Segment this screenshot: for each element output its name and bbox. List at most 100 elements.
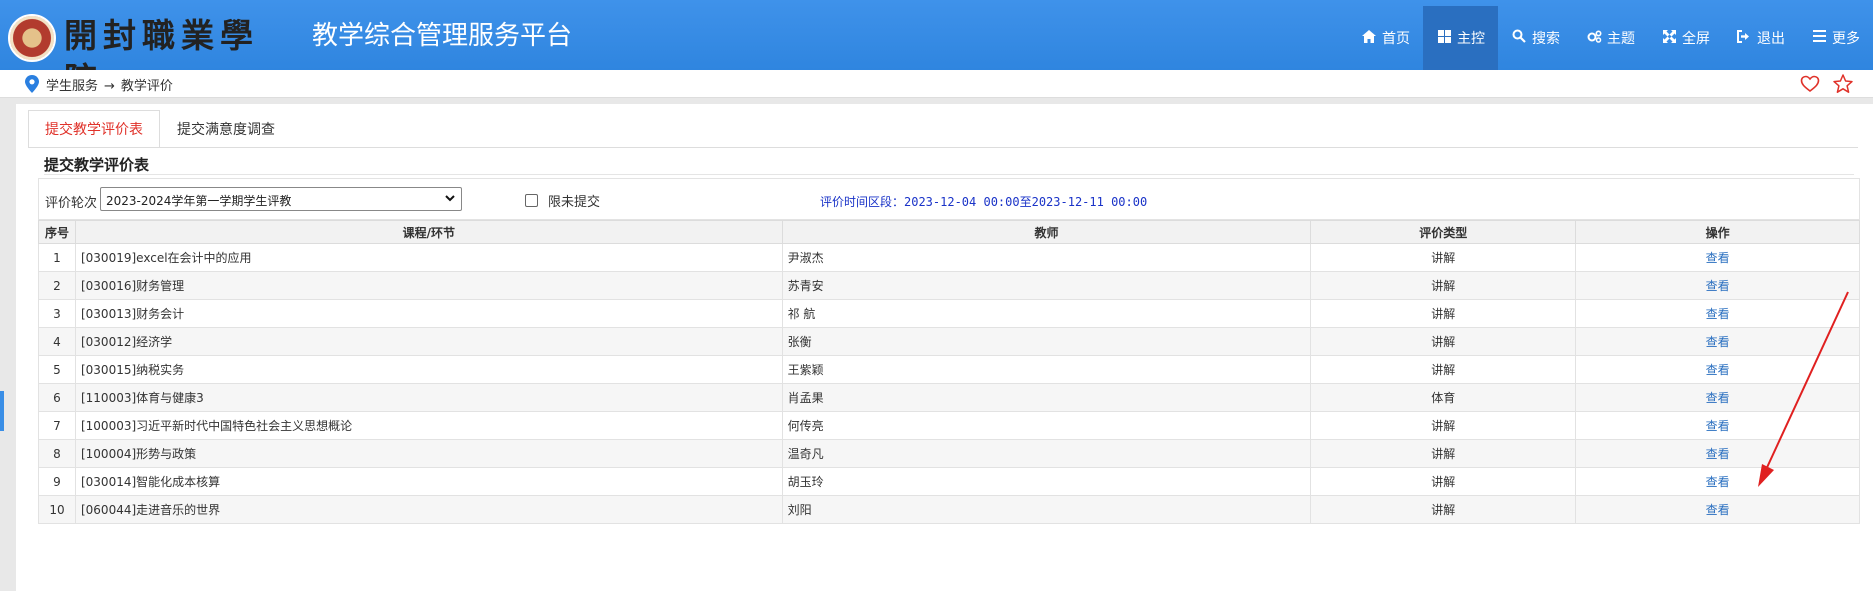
row-action-cell: 查看	[1575, 243, 1860, 272]
section-divider	[44, 174, 1854, 175]
row-course: [100003]习近平新时代中国特色社会主义思想概论	[74, 411, 783, 440]
row-action-cell: 查看	[1575, 299, 1860, 328]
heart-icon[interactable]	[1800, 74, 1820, 94]
row-teacher: 尹淑杰	[781, 243, 1312, 272]
row-type: 讲解	[1310, 411, 1577, 440]
nav-home[interactable]: 首页	[1348, 6, 1423, 70]
nav-logout[interactable]: 退出	[1723, 6, 1798, 70]
round-label: 评价轮次	[45, 196, 98, 211]
row-course: [110003]体育与健康3	[74, 383, 783, 412]
row-teacher: 祁 航	[781, 299, 1312, 328]
row-action-cell: 查看	[1575, 383, 1860, 412]
row-teacher: 刘阳	[781, 495, 1312, 524]
row-action-cell: 查看	[1575, 327, 1860, 356]
row-type: 讲解	[1310, 299, 1577, 328]
breadcrumb-current: 教学评价	[120, 79, 173, 94]
row-type: 讲解	[1310, 271, 1577, 300]
view-link[interactable]: 查看	[1706, 419, 1730, 433]
left-edge-marker	[0, 391, 4, 431]
tab-divider	[28, 147, 1858, 148]
search-icon	[1511, 29, 1527, 47]
nav-search[interactable]: 搜索	[1498, 6, 1573, 70]
nav-theme[interactable]: 主题	[1573, 6, 1648, 70]
breadcrumb: 学生服务 → 教学评价	[46, 75, 173, 94]
view-link[interactable]: 查看	[1706, 503, 1730, 517]
row-course: [030012]经济学	[74, 327, 783, 356]
row-type: 讲解	[1310, 327, 1577, 356]
school-name-logo: 開封職業學院	[64, 16, 259, 99]
round-select[interactable]: 2023-2024学年第一学期学生评教	[100, 187, 462, 211]
menu-icon	[1811, 30, 1827, 46]
row-action-cell: 查看	[1575, 467, 1860, 496]
only-unsubmitted-checkbox[interactable]	[525, 194, 538, 207]
row-teacher: 温奇凡	[781, 439, 1312, 468]
row-course: [030013]财务会计	[74, 299, 783, 328]
row-course: [030016]财务管理	[74, 271, 783, 300]
nav-search-label: 搜索	[1532, 31, 1560, 47]
view-link[interactable]: 查看	[1706, 251, 1730, 265]
view-link[interactable]: 查看	[1706, 391, 1730, 405]
school-seal-logo	[8, 14, 56, 62]
table-row: 5 [030015]纳税实务 王紫颖 讲解 查看	[38, 355, 1860, 384]
row-teacher: 张衡	[781, 327, 1312, 356]
table-row: 7 [100003]习近平新时代中国特色社会主义思想概论 何传亮 讲解 查看	[38, 411, 1860, 440]
view-link[interactable]: 查看	[1706, 279, 1730, 293]
nav-control-label: 主控	[1457, 31, 1485, 47]
filter-bar: 评价轮次 2023-2024学年第一学期学生评教 限未提交 评价时间区段：202…	[38, 178, 1860, 220]
home-icon	[1361, 29, 1377, 47]
row-course: [100004]形势与政策	[74, 439, 783, 468]
tab-submit-satisfaction[interactable]: 提交满意度调查	[160, 110, 292, 148]
view-link[interactable]: 查看	[1706, 307, 1730, 321]
view-link[interactable]: 查看	[1706, 475, 1730, 489]
row-teacher: 肖孟果	[781, 383, 1312, 412]
tab-submit-evaluation[interactable]: 提交教学评价表	[28, 110, 160, 148]
main-content: 提交教学评价表 提交满意度调查 提交教学评价表 评价轮次 2023-2024学年…	[16, 104, 1873, 591]
row-index: 5	[38, 355, 76, 384]
row-index: 3	[38, 299, 76, 328]
top-nav: 首页 主控 搜索 主题 全屏 退出 更多	[1348, 6, 1873, 70]
row-type: 讲解	[1310, 439, 1577, 468]
nav-fullscreen[interactable]: 全屏	[1648, 6, 1723, 70]
table-header-row: 序号 课程/环节 教师 评价类型 操作	[38, 220, 1860, 244]
only-unsubmitted-option[interactable]: 限未提交	[525, 191, 600, 210]
fullscreen-icon	[1661, 29, 1677, 47]
row-course: [060044]走进音乐的世界	[74, 495, 783, 524]
table-row: 9 [030014]智能化成本核算 胡玉玲 讲解 查看	[38, 467, 1860, 496]
table-row: 2 [030016]财务管理 苏青安 讲解 查看	[38, 271, 1860, 300]
row-index: 1	[38, 243, 76, 272]
evaluation-period: 评价时间区段：2023-12-04 00:00至2023-12-11 00:00	[820, 195, 1148, 209]
row-course: [030019]excel在会计中的应用	[74, 243, 783, 272]
round-select-value: 2023-2024学年第一学期学生评教	[106, 194, 292, 208]
view-link[interactable]: 查看	[1706, 363, 1730, 377]
row-index: 7	[38, 411, 76, 440]
star-icon[interactable]	[1832, 73, 1854, 95]
view-link[interactable]: 查看	[1706, 335, 1730, 349]
row-type: 讲解	[1310, 243, 1577, 272]
map-pin-icon	[25, 75, 39, 93]
view-link[interactable]: 查看	[1706, 447, 1730, 461]
row-type: 讲解	[1310, 495, 1577, 524]
nav-logout-label: 退出	[1757, 31, 1785, 47]
table-row: 8 [100004]形势与政策 温奇凡 讲解 查看	[38, 439, 1860, 468]
nav-more[interactable]: 更多	[1798, 6, 1873, 70]
table-row: 1 [030019]excel在会计中的应用 尹淑杰 讲解 查看	[38, 243, 1860, 272]
tab-strip: 提交教学评价表 提交满意度调查	[28, 110, 292, 148]
row-index: 8	[38, 439, 76, 468]
nav-control[interactable]: 主控	[1423, 6, 1498, 70]
row-type: 体育	[1310, 383, 1577, 412]
nav-fullscreen-label: 全屏	[1682, 31, 1710, 47]
row-action-cell: 查看	[1575, 271, 1860, 300]
table-row: 4 [030012]经济学 张衡 讲解 查看	[38, 327, 1860, 356]
header-action: 操作	[1575, 220, 1860, 244]
row-course: [030014]智能化成本核算	[74, 467, 783, 496]
section-title: 提交教学评价表	[44, 156, 150, 174]
row-teacher: 苏青安	[781, 271, 1312, 300]
header-type: 评价类型	[1310, 220, 1577, 244]
row-index: 2	[38, 271, 76, 300]
logout-icon	[1736, 29, 1752, 47]
row-action-cell: 查看	[1575, 495, 1860, 524]
breadcrumb-parent[interactable]: 学生服务	[46, 79, 98, 94]
row-teacher: 胡玉玲	[781, 467, 1312, 496]
row-index: 10	[38, 495, 76, 524]
row-teacher: 王紫颖	[781, 355, 1312, 384]
